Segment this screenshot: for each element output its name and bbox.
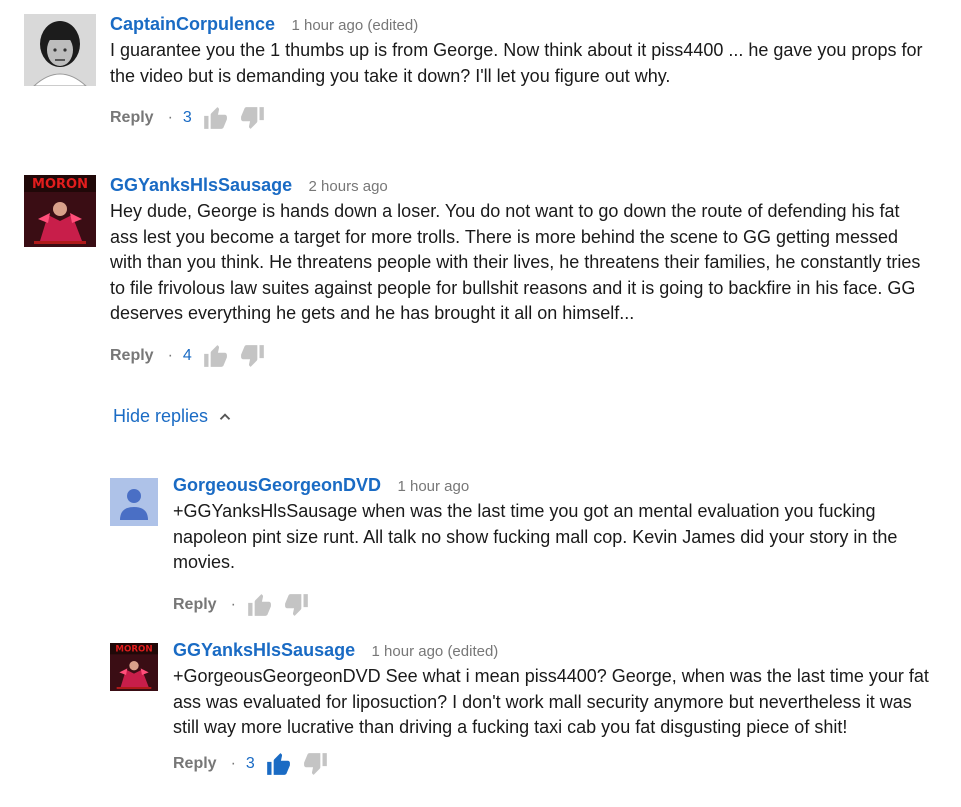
thumbs-up-icon[interactable] bbox=[202, 343, 228, 369]
thumbs-down-icon[interactable] bbox=[240, 343, 266, 369]
comment-timestamp[interactable]: 1 hour ago (edited) bbox=[372, 643, 499, 660]
separator-dot: · bbox=[230, 595, 236, 613]
thumbs-down-icon[interactable] bbox=[284, 592, 310, 618]
reply-button[interactable]: Reply bbox=[110, 347, 154, 365]
default-user-icon bbox=[110, 478, 158, 526]
avatar[interactable]: MORON bbox=[110, 643, 158, 691]
comment-author[interactable]: CaptainCorpulence bbox=[110, 14, 275, 35]
thumbs-up-icon[interactable] bbox=[202, 105, 228, 131]
like-count: 3 bbox=[245, 754, 255, 772]
reply-button[interactable]: Reply bbox=[173, 755, 217, 773]
comment-actions: Reply · 4 bbox=[110, 341, 930, 371]
avatar-text: MORON bbox=[115, 645, 152, 655]
comment-text: I guarantee you the 1 thumbs up is from … bbox=[110, 40, 923, 86]
user-photo-icon bbox=[24, 14, 96, 86]
comment-text: +GGYanksHlsSausage when was the last tim… bbox=[173, 501, 898, 572]
comment-timestamp[interactable]: 2 hours ago bbox=[309, 178, 388, 195]
comment-text: +GorgeousGeorgeonDVD See what i mean pis… bbox=[173, 666, 929, 737]
comment-author[interactable]: GGYanksHlsSausage bbox=[110, 175, 292, 196]
comment-actions: Reply · 3 bbox=[173, 749, 938, 779]
comment-actions: Reply · bbox=[173, 590, 938, 620]
separator-dot: · bbox=[167, 109, 173, 126]
thumbs-down-icon[interactable] bbox=[240, 105, 266, 131]
comment-timestamp[interactable]: 1 hour ago bbox=[397, 478, 469, 495]
separator-dot: · bbox=[230, 754, 236, 772]
moron-poster-icon: MORON bbox=[110, 643, 158, 691]
comment-author[interactable]: GGYanksHlsSausage bbox=[173, 640, 355, 661]
moron-poster-icon: MORON bbox=[24, 175, 96, 247]
reply-button[interactable]: Reply bbox=[110, 109, 154, 127]
hide-replies-button[interactable]: Hide replies bbox=[113, 406, 234, 427]
thumbs-up-icon[interactable] bbox=[246, 592, 272, 618]
comment-timestamp[interactable]: 1 hour ago (edited) bbox=[291, 17, 418, 34]
thumbs-down-icon[interactable] bbox=[303, 751, 329, 777]
avatar[interactable] bbox=[110, 478, 158, 526]
separator-dot: · bbox=[167, 346, 173, 364]
comment-text: Hey dude, George is hands down a loser. … bbox=[110, 201, 921, 323]
thumbs-up-icon-active[interactable] bbox=[265, 751, 291, 777]
chevron-up-icon bbox=[219, 412, 231, 420]
hide-replies-label: Hide replies bbox=[113, 406, 209, 426]
avatar[interactable] bbox=[24, 14, 96, 86]
comment-author[interactable]: GorgeousGeorgeonDVD bbox=[173, 475, 381, 496]
reply-button[interactable]: Reply bbox=[173, 596, 217, 614]
like-count: 3 bbox=[182, 109, 192, 126]
like-count: 4 bbox=[182, 346, 192, 364]
avatar-text: MORON bbox=[32, 177, 88, 192]
avatar[interactable]: MORON bbox=[24, 175, 96, 247]
comment-actions: Reply · 3 bbox=[110, 103, 930, 133]
